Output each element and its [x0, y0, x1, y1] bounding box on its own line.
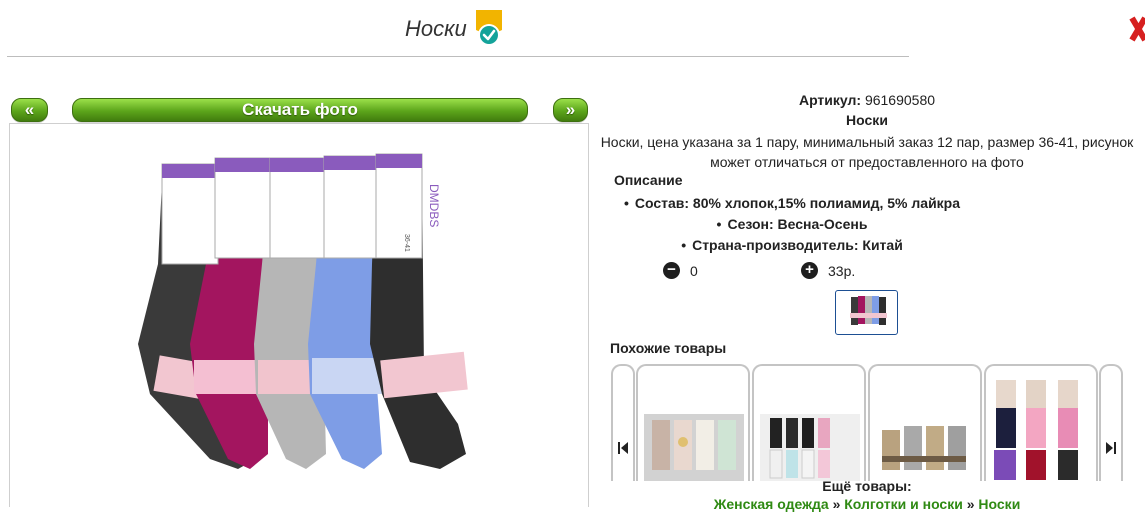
breadcrumb-link-tights-socks[interactable]: Колготки и носки	[844, 496, 963, 512]
plus-icon[interactable]: +	[801, 262, 818, 279]
quantity-value: 0	[690, 263, 698, 279]
attribute-country: Страна-производитель: Китай	[592, 235, 992, 256]
more-goods-heading: Ещё товары:	[822, 478, 912, 494]
product-description: Носки, цена указана за 1 пару, минимальн…	[600, 134, 1134, 170]
attribute-list: Состав: 80% хлопок,15% полиамид, 5% лайк…	[592, 193, 992, 256]
article-value: 961690580	[864, 92, 936, 108]
chevron-right-icon	[1106, 442, 1116, 454]
attribute-composition: Состав: 80% хлопок,15% полиамид, 5% лайк…	[592, 193, 992, 214]
product-name: Носки	[846, 112, 888, 128]
next-photo-button[interactable]: »	[553, 98, 588, 122]
breadcrumb-link-socks[interactable]: Носки	[978, 496, 1020, 512]
minus-icon[interactable]: −	[663, 262, 680, 279]
download-photo-button[interactable]: Скачать фото	[72, 98, 528, 122]
price-value: 33р.	[828, 263, 856, 279]
similar-heading: Похожие товары	[610, 340, 727, 356]
verified-badge-icon	[474, 10, 504, 48]
attribute-season: Сезон: Весна-Осень	[592, 214, 992, 235]
breadcrumb-separator: »	[966, 496, 975, 512]
similar-item-card[interactable]	[868, 364, 982, 481]
carousel-left-button[interactable]	[611, 364, 635, 481]
breadcrumb-link-womens-clothing[interactable]: Женская одежда	[714, 496, 829, 512]
page-title: Носки	[405, 16, 467, 41]
prev-photo-button[interactable]: «	[11, 98, 48, 122]
article-label: Артикул:	[798, 92, 862, 108]
photo-thumbnail[interactable]	[835, 290, 898, 335]
package-brand-text: DMDBS	[427, 184, 441, 227]
package-size-text: 36-41	[403, 234, 410, 252]
close-icon[interactable]	[1128, 14, 1145, 44]
chevron-left-icon	[618, 442, 628, 454]
similar-item-card[interactable]	[752, 364, 866, 481]
sock-labels: DMDBS 36-41	[161, 153, 441, 265]
carousel-right-button[interactable]	[1099, 364, 1123, 481]
header-divider	[7, 56, 909, 57]
description-heading: Описание	[614, 172, 683, 188]
similar-item-card[interactable]	[636, 364, 750, 481]
breadcrumb: Женская одежда » Колготки и носки » Носк…	[592, 496, 1142, 512]
product-photo: DMDBS 36-41	[9, 123, 589, 507]
article-line: Артикул: 961690580	[592, 92, 1142, 108]
similar-item-card[interactable]	[984, 364, 1098, 481]
breadcrumb-separator: »	[832, 496, 841, 512]
